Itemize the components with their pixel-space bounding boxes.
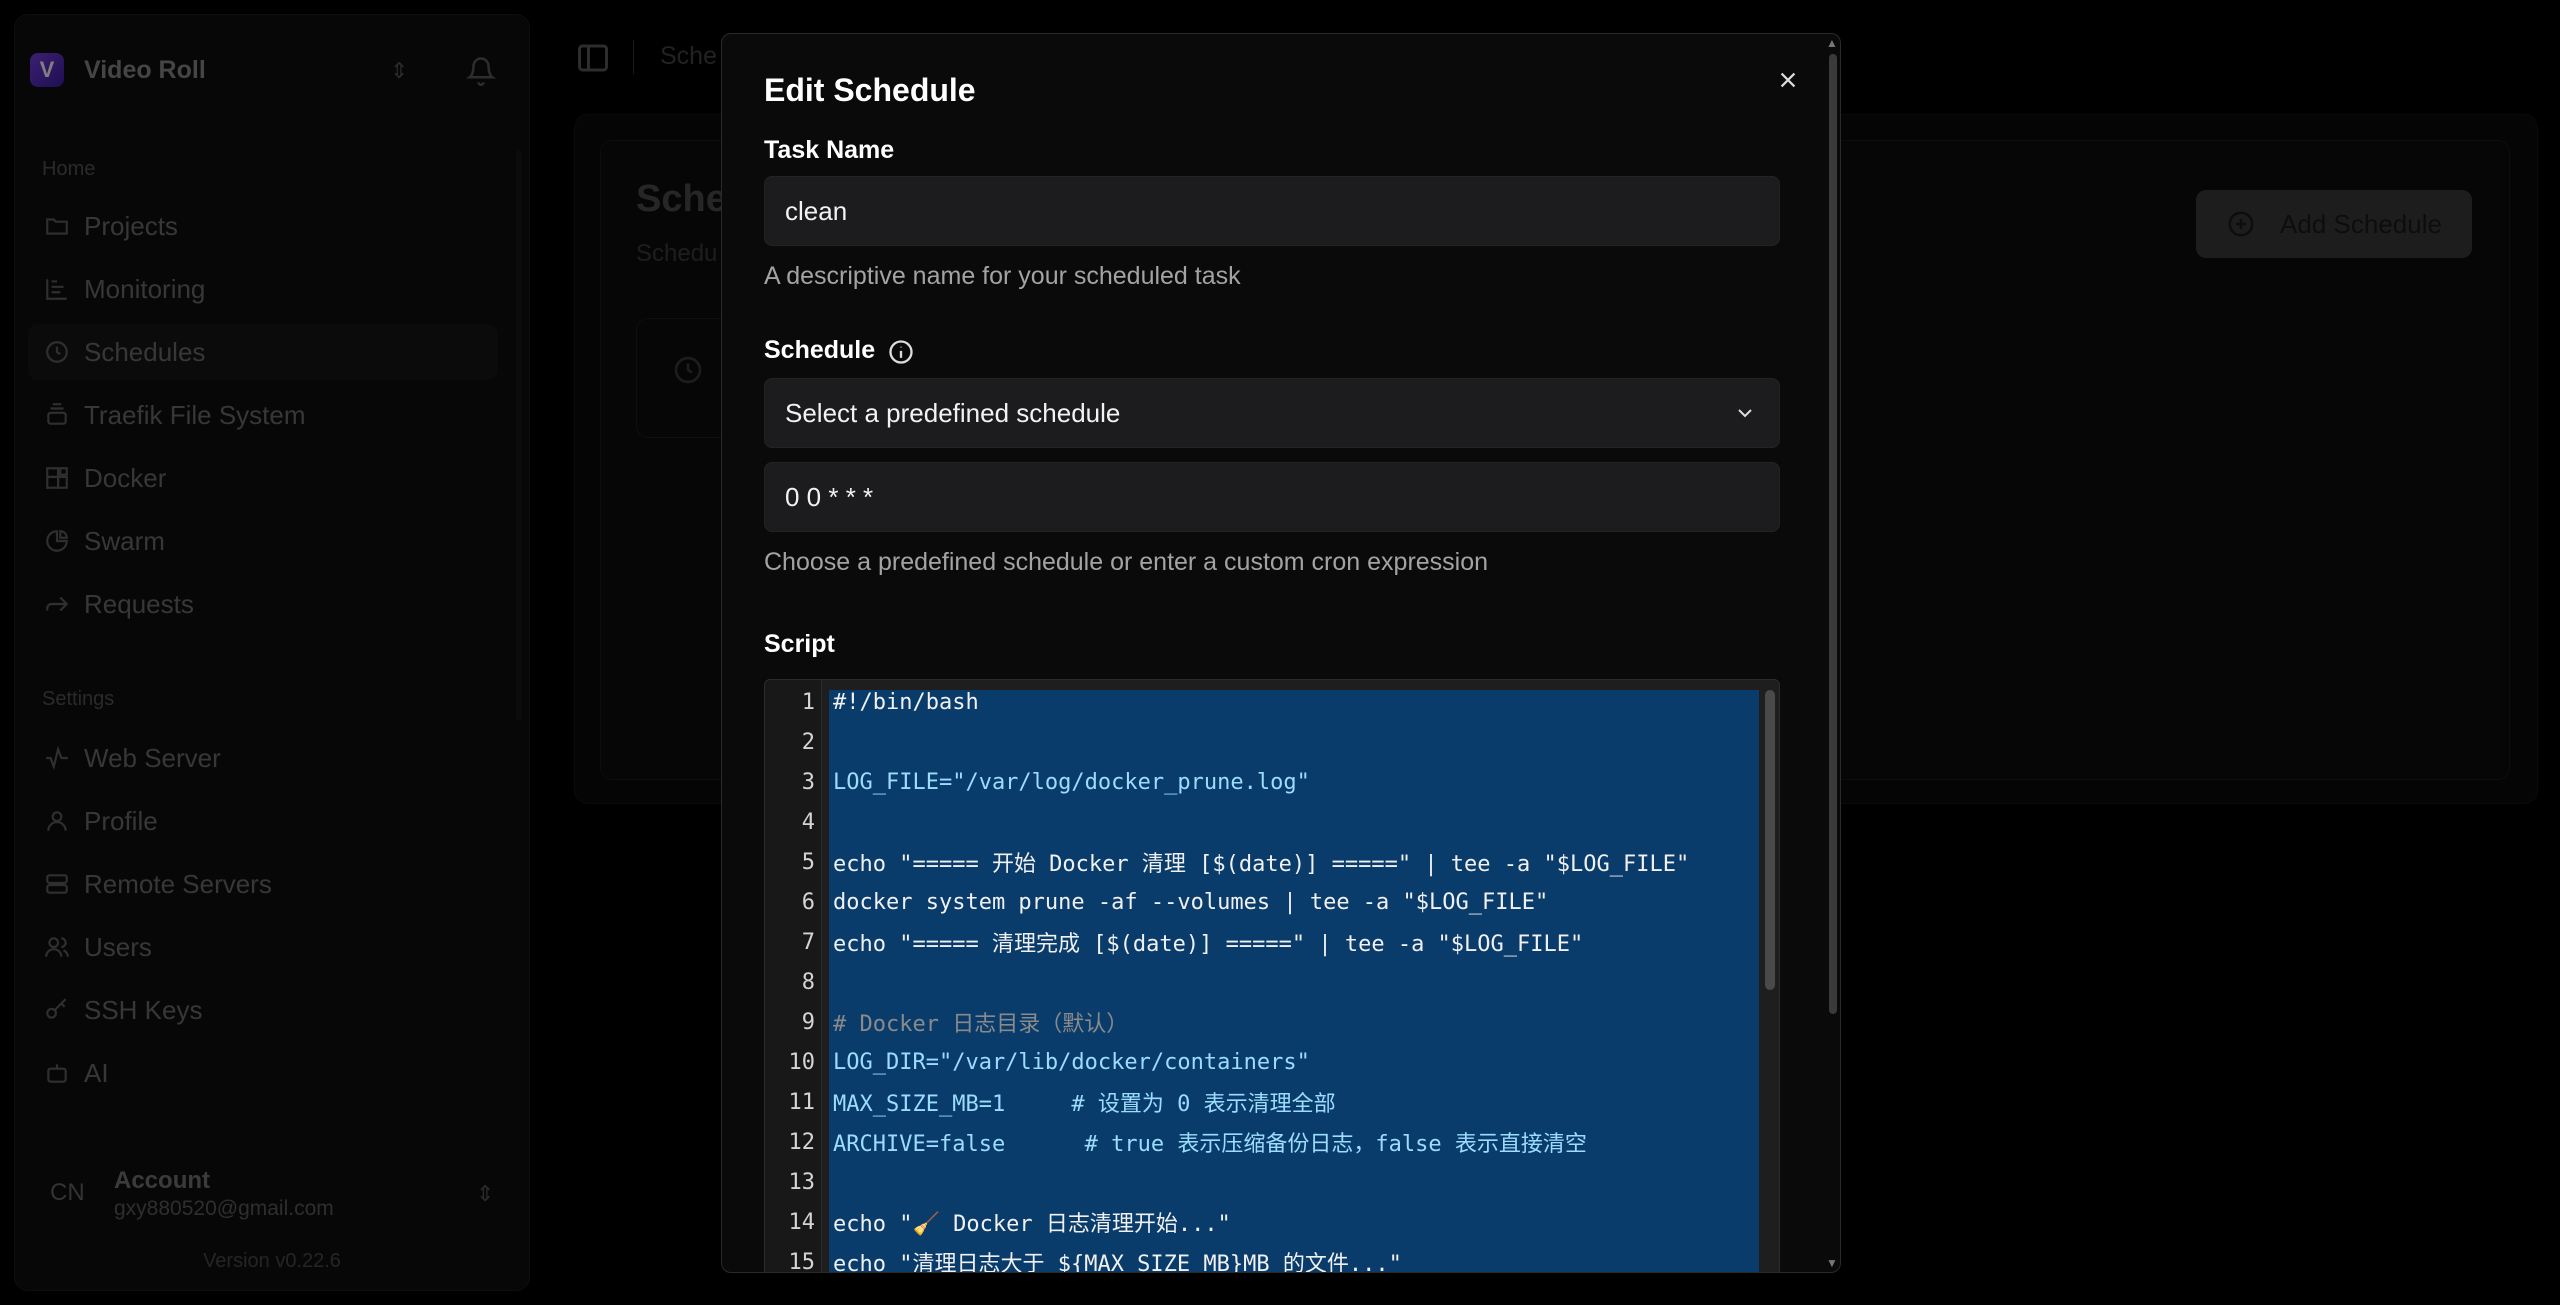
dialog-scrollbar[interactable] (1829, 54, 1837, 1014)
schedule-help: Choose a predefined schedule or enter a … (764, 548, 1489, 576)
code-line: 12 ARCHIVE=false # true 表示压缩备份日志，false 表示… (788, 1129, 1587, 1158)
code-line: 15 echo "清理日志大于 ${MAX_SIZE_MB}MB 的文件..." (788, 1249, 1402, 1273)
code-line: 3 LOG_FILE="/var/log/docker_prune.log" (801, 769, 1310, 795)
task-name-field[interactable] (764, 176, 1780, 246)
cron-input[interactable] (785, 481, 1759, 513)
code-line: 4 (801, 809, 815, 835)
schedule-select-value: Select a predefined schedule (785, 397, 1121, 428)
code-line: 13 (788, 1169, 816, 1195)
chevron-down-icon (1733, 401, 1757, 432)
code-line: 2 (801, 729, 815, 755)
code-line: 5 echo "===== 开始 Docker 清理 [$(date)] ====… (801, 849, 1690, 878)
code-line: 6 docker system prune -af --volumes | tee… (801, 889, 1549, 915)
close-icon[interactable] (1770, 62, 1806, 98)
editor-scrollbar[interactable] (1765, 690, 1775, 990)
task-name-label: Task Name (764, 136, 895, 164)
schedule-label: Schedule (764, 336, 876, 364)
scroll-down-arrow-icon[interactable]: ▼ (1826, 1256, 1838, 1270)
script-editor[interactable]: 1 #!/bin/bash 2 3 LOG_FILE="/var/log/docke… (764, 679, 1780, 1273)
code-line: 9 # Docker 日志目录（默认） (801, 1009, 1129, 1038)
code-line: 8 (801, 969, 815, 995)
info-icon[interactable] (887, 338, 915, 371)
code-line: 7 echo "===== 清理完成 [$(date)] =====" | tee… (801, 929, 1584, 958)
script-label: Script (764, 630, 835, 658)
code-line: 14 echo "🧹 Docker 日志清理开始..." (788, 1209, 1231, 1238)
dialog-title: Edit Schedule (764, 72, 976, 108)
schedule-select[interactable]: Select a predefined schedule (764, 378, 1780, 448)
scroll-up-arrow-icon[interactable]: ▲ (1826, 36, 1838, 50)
code-line: 10 LOG_DIR="/var/lib/docker/containers" (788, 1049, 1310, 1075)
task-name-input[interactable] (785, 195, 1759, 227)
edit-schedule-dialog: Edit Schedule Task Name A descriptive na… (721, 33, 1841, 1273)
code-line: 1 #!/bin/bash (801, 689, 979, 715)
cron-field[interactable] (764, 462, 1780, 532)
task-name-help: A descriptive name for your scheduled ta… (764, 262, 1241, 290)
code-line: 11 MAX_SIZE_MB=1 # 设置为 0 表示清理全部 (788, 1089, 1336, 1118)
